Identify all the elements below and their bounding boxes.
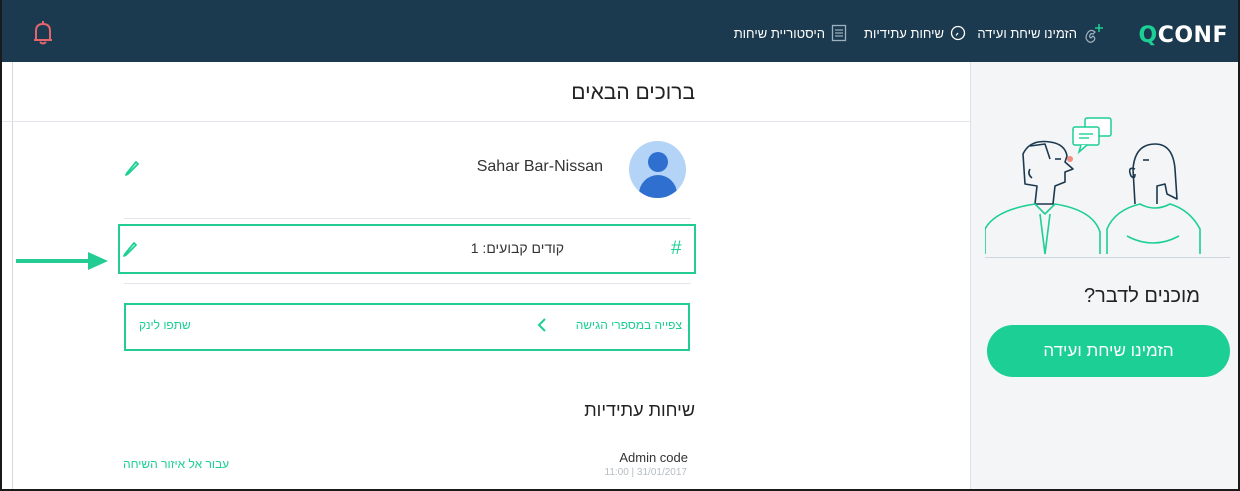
call-time: 11:00 | 31/01/2017 (604, 467, 688, 478)
hash-icon: # (671, 238, 682, 259)
future-calls-heading: שיחות עתידיות (584, 400, 695, 420)
phone-plus-icon (1085, 24, 1103, 43)
fixed-codes-label: קודים קבועים: 1 (470, 240, 564, 256)
nav-book-call-label: הזמינו שיחת ועידה (977, 25, 1077, 41)
document-icon (831, 24, 847, 42)
book-conference-call-button[interactable]: הזמינו שיחת ועידה (987, 325, 1230, 377)
nav-future-calls[interactable]: שיחות עתידיות (864, 22, 966, 44)
right-sidebar: מוכנים לדבר? הזמינו שיחת ועידה (970, 62, 1238, 489)
clock-icon (950, 25, 966, 41)
top-navigation-bar: היסטוריית שיחות שיחות עתידיות הזמינו שיח… (2, 0, 1238, 62)
nav-future-calls-label: שיחות עתידיות (864, 25, 944, 41)
go-to-call-area-link[interactable]: עבור אל איזור השיחה (123, 457, 229, 471)
nav-call-history-label: היסטוריית שיחות (733, 25, 825, 41)
logo-q: Q (1138, 23, 1158, 48)
fixed-codes-highlight-box (118, 224, 696, 274)
logo-text: CONF (1157, 23, 1228, 48)
share-link-button[interactable]: שתפו לינק (139, 318, 191, 332)
user-name: Sahar Bar-Nissan (476, 158, 603, 175)
edit-codes-pencil-icon[interactable] (121, 240, 139, 258)
chevron-left-icon[interactable] (535, 317, 549, 333)
call-name: Admin code (619, 450, 688, 465)
annotation-arrow-icon (16, 252, 108, 270)
app-window: היסטוריית שיחות שיחות עתידיות הזמינו שיח… (0, 0, 1240, 491)
ready-to-talk-heading: מוכנים לדבר? (1084, 285, 1200, 307)
left-edge-divider (12, 62, 13, 489)
bell-icon[interactable] (28, 20, 58, 46)
nav-call-history[interactable]: היסטוריית שיחות (734, 22, 847, 44)
sidebar-divider (985, 257, 1230, 258)
qconf-logo[interactable]: QCONF (1139, 23, 1229, 48)
view-access-numbers-link[interactable]: צפייה במספרי הגישה (576, 318, 682, 332)
people-talking-illustration (985, 117, 1201, 255)
page-title: ברוכים הבאים (571, 81, 695, 104)
header-divider (2, 121, 970, 122)
avatar (629, 141, 686, 198)
nav-book-call[interactable]: הזמינו שיחת ועידה (977, 22, 1105, 44)
divider (124, 218, 691, 219)
edit-name-pencil-icon[interactable] (123, 159, 141, 177)
divider (124, 283, 691, 284)
